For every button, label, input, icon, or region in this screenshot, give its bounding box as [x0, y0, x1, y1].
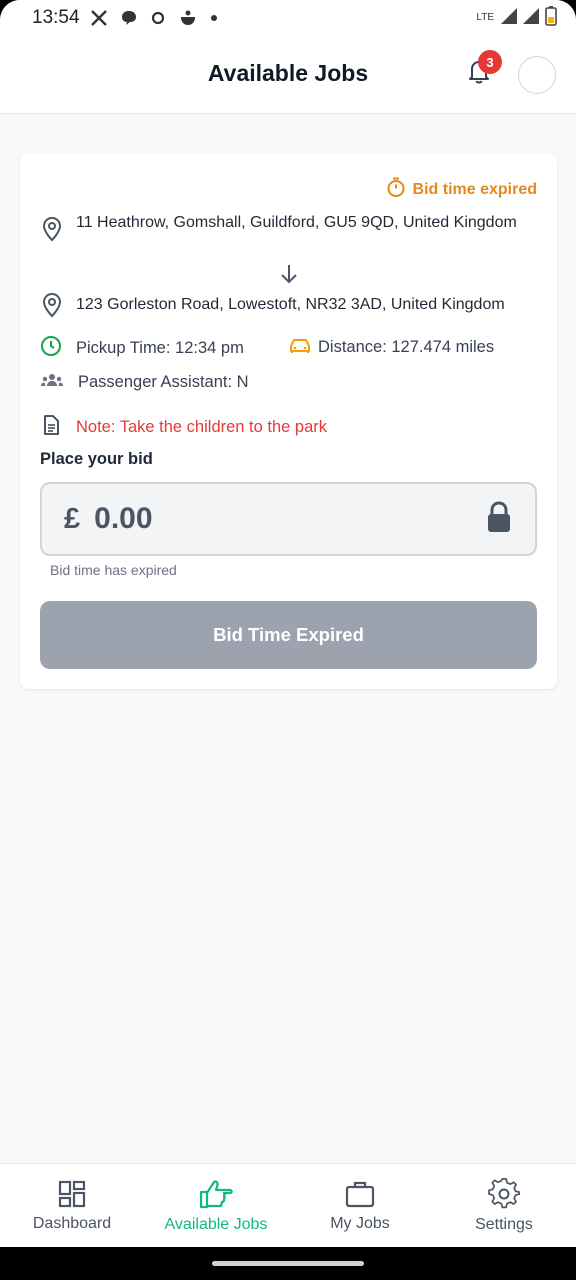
- status-bar: 13:54 LTE: [0, 0, 576, 36]
- avatar[interactable]: [518, 56, 556, 94]
- stopwatch-icon: [385, 176, 407, 203]
- bid-submit-button[interactable]: Bid Time Expired: [40, 601, 537, 669]
- arrow-down-icon: [278, 262, 300, 286]
- signal-icon: [500, 7, 518, 30]
- clock-icon: [40, 335, 62, 362]
- location-pin-icon: [40, 216, 64, 247]
- currency-symbol: £: [64, 502, 81, 535]
- app-header: Available Jobs 3: [0, 36, 576, 114]
- status-time: 13:54: [32, 7, 80, 28]
- dashboard-icon: [57, 1179, 87, 1209]
- bid-amount-field[interactable]: £ 0.00: [40, 482, 537, 556]
- nav-label-settings: Settings: [475, 1215, 533, 1233]
- nav-label-available-jobs: Available Jobs: [164, 1215, 268, 1233]
- android-app-icon: [178, 9, 198, 27]
- nav-label-my-jobs: My Jobs: [330, 1214, 390, 1232]
- job-card: Bid time expired 11 Heathrow, Gomshall, …: [20, 154, 557, 689]
- location-pin-icon: [40, 292, 64, 323]
- bid-label: Place your bid: [40, 450, 153, 468]
- note-row: Note: Take the children to the park: [40, 414, 327, 441]
- bottom-nav: Dashboard Available Jobs My Jobs Setting…: [0, 1163, 576, 1247]
- pickup-address-row: 11 Heathrow, Gomshall, Guildford, GU5 9Q…: [40, 210, 537, 247]
- dropoff-address-row: 123 Gorleston Road, Lowestoft, NR32 3AD,…: [40, 292, 537, 323]
- dot-icon: [210, 14, 218, 22]
- dropoff-address: 123 Gorleston Road, Lowestoft, NR32 3AD,…: [76, 296, 505, 313]
- app-screen: 13:54 LTE Available Jobs 3 Bid time expi…: [0, 0, 576, 1280]
- bid-expired-flag: Bid time expired: [385, 176, 537, 203]
- briefcase-icon: [345, 1179, 375, 1209]
- x-app-icon: [90, 9, 108, 27]
- people-icon: [40, 370, 64, 395]
- notification-count-badge: 3: [478, 50, 502, 74]
- pickup-time: Pickup Time: 12:34 pm: [76, 339, 244, 357]
- bid-hint: Bid time has expired: [50, 562, 177, 578]
- pickup-time-row: Pickup Time: 12:34 pm: [40, 335, 244, 362]
- system-nav-bar: [0, 1247, 576, 1280]
- bid-expired-text: Bid time expired: [412, 180, 537, 198]
- nav-item-dashboard[interactable]: Dashboard: [0, 1164, 144, 1247]
- nav-label-dashboard: Dashboard: [32, 1214, 112, 1232]
- job-note: Note: Take the children to the park: [76, 418, 328, 436]
- lock-icon: [485, 500, 513, 539]
- battery-icon: [544, 5, 558, 32]
- passenger-assistant-row: Passenger Assistant: N: [40, 370, 249, 395]
- bid-amount-value: 0.00: [94, 502, 153, 535]
- gear-icon: [488, 1177, 520, 1210]
- nav-item-available-jobs[interactable]: Available Jobs: [144, 1164, 288, 1247]
- passenger-assistant: Passenger Assistant: N: [78, 373, 249, 391]
- chat-bubble-icon: [120, 9, 138, 27]
- document-icon: [40, 414, 62, 441]
- thumb-point-icon: [197, 1178, 235, 1210]
- distance: Distance: 127.474 miles: [318, 338, 495, 356]
- nav-item-my-jobs[interactable]: My Jobs: [288, 1164, 432, 1247]
- sync-icon: [150, 10, 166, 26]
- network-type-label: LTE: [476, 12, 494, 23]
- nav-item-settings[interactable]: Settings: [432, 1164, 576, 1247]
- signal-icon-2: [522, 7, 540, 30]
- pickup-address: 11 Heathrow, Gomshall, Guildford, GU5 9Q…: [76, 214, 517, 231]
- home-indicator[interactable]: [212, 1261, 364, 1266]
- car-icon: [288, 335, 312, 360]
- distance-row: Distance: 127.474 miles: [288, 335, 494, 360]
